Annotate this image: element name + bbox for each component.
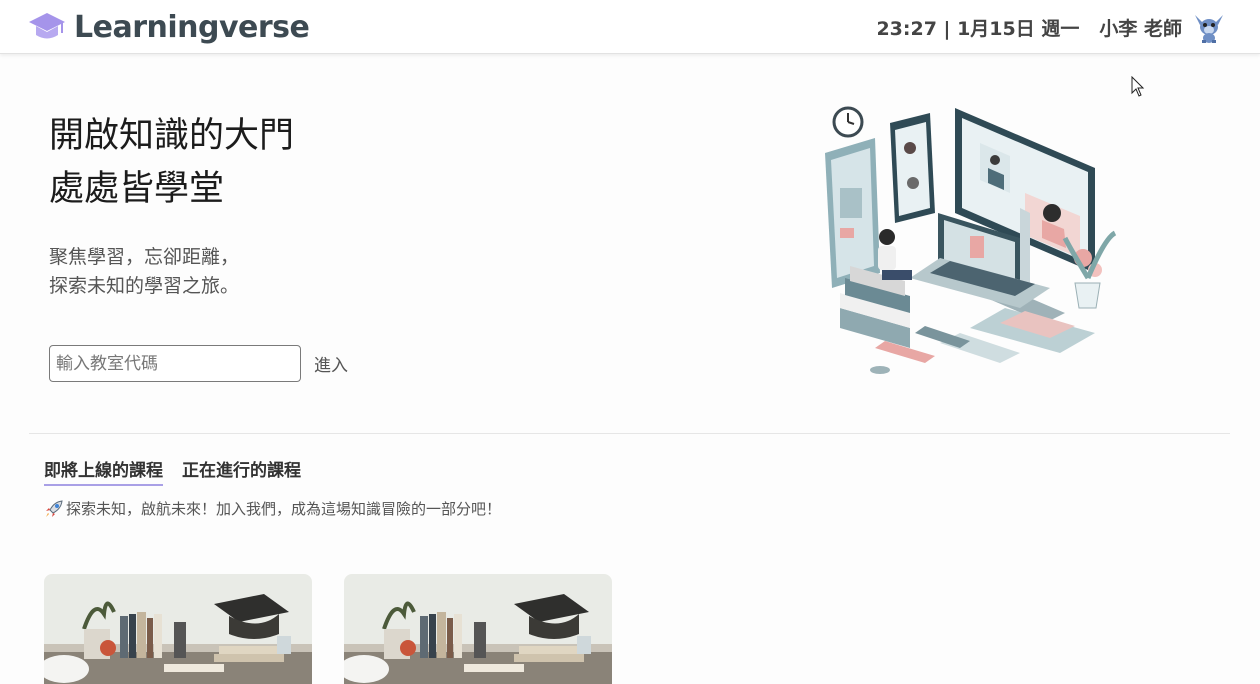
course-thumbnail [344, 574, 612, 684]
hero-title-line-2: 處處皆學堂 [49, 169, 225, 209]
brand[interactable]: Learningverse [28, 8, 310, 46]
app-name: Learningverse [74, 9, 310, 45]
courses-tagline: 探索未知，啟航未來！加入我們，成為這場知識冒險的一部分吧！ [44, 498, 501, 519]
classroom-code-input[interactable] [49, 345, 301, 382]
avatar[interactable] [1192, 10, 1226, 44]
hero-title-line-1: 開啟知識的大門 [49, 116, 295, 156]
rocket-icon [46, 499, 63, 517]
top-bar: Learningverse 23:27 | 1月15日 週一 小李 老師 [0, 0, 1260, 54]
hero-subtitle-line-2: 探索未知的學習之旅。 [49, 275, 240, 297]
enter-button[interactable]: 進入 [306, 345, 356, 382]
hero-subtitle-line-1: 聚焦學習，忘卻距離， [49, 246, 240, 268]
clock: 23:27 | 1月15日 週一 [876, 17, 1080, 40]
course-card[interactable] [344, 574, 612, 684]
tab-ongoing-courses[interactable]: 正在進行的課程 [182, 456, 301, 486]
online-learning-illustration [825, 106, 1117, 374]
hero-title: 開啟知識的大門 處處皆學堂 [49, 110, 294, 216]
user-name[interactable]: 小李 老師 [1099, 14, 1182, 41]
header-right: 23:27 | 1月15日 週一 小李 老師 [876, 9, 1226, 45]
mouse-cursor-icon [1131, 76, 1145, 97]
course-card[interactable] [44, 574, 312, 684]
tagline-text: 探索未知，啟航未來！加入我們，成為這場知識冒險的一部分吧！ [66, 500, 502, 518]
course-tabs: 即將上線的課程 正在進行的課程 [44, 456, 320, 486]
course-thumbnail [44, 574, 312, 684]
tab-upcoming-courses[interactable]: 即將上線的課程 [44, 456, 163, 486]
section-divider [29, 433, 1230, 434]
hero-subtitle: 聚焦學習，忘卻距離， 探索未知的學習之旅。 [49, 243, 239, 301]
graduation-cap-icon [29, 13, 65, 39]
